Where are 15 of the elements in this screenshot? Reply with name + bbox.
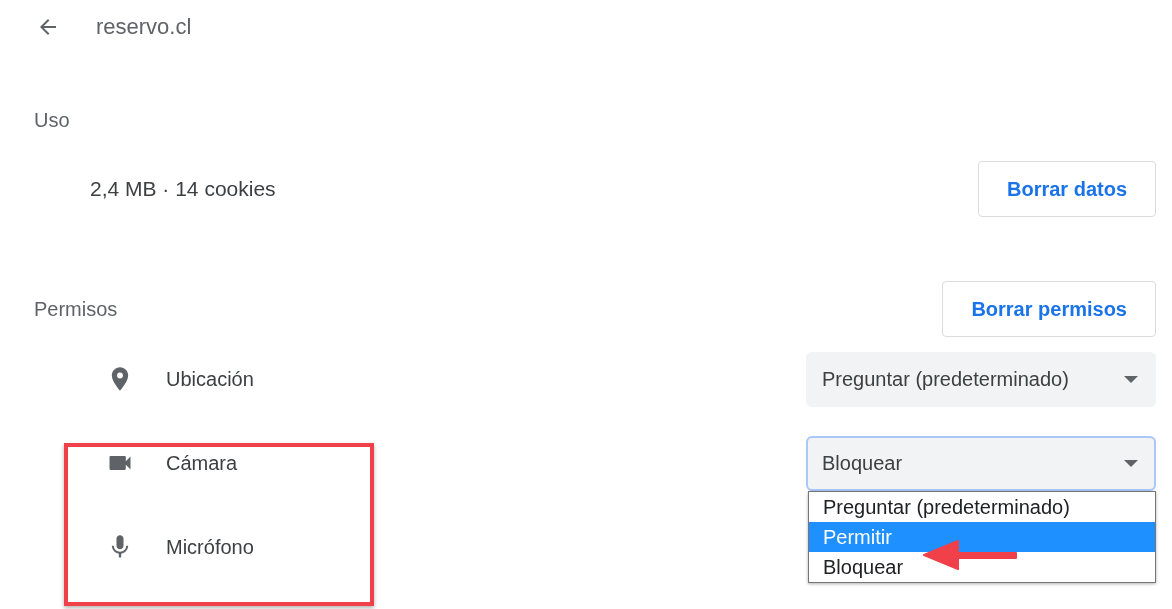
section-heading: Permisos	[34, 297, 118, 321]
site-title: reservo.cl	[96, 14, 192, 40]
permission-dropdown[interactable]: Bloquear	[806, 435, 1156, 491]
usage-summary: 2,4 MB · 14 cookies	[90, 177, 276, 201]
dropdown-option[interactable]: Preguntar (predeterminado)	[809, 491, 1155, 522]
permission-dropdown[interactable]: Preguntar (predeterminado)	[806, 351, 1156, 407]
clear-permissions-button[interactable]: Borrar permisos	[942, 281, 1156, 337]
section-heading: Uso	[34, 109, 70, 132]
permission-label: Micrófono	[166, 535, 254, 559]
caret-icon	[1124, 375, 1138, 383]
permission-label: Cámara	[166, 451, 238, 475]
permission-label: Ubicación	[166, 367, 254, 391]
caret-icon	[1124, 459, 1138, 467]
clear-data-button[interactable]: Borrar datos	[977, 161, 1156, 217]
dropdown-option[interactable]: Bloquear	[809, 551, 1155, 582]
